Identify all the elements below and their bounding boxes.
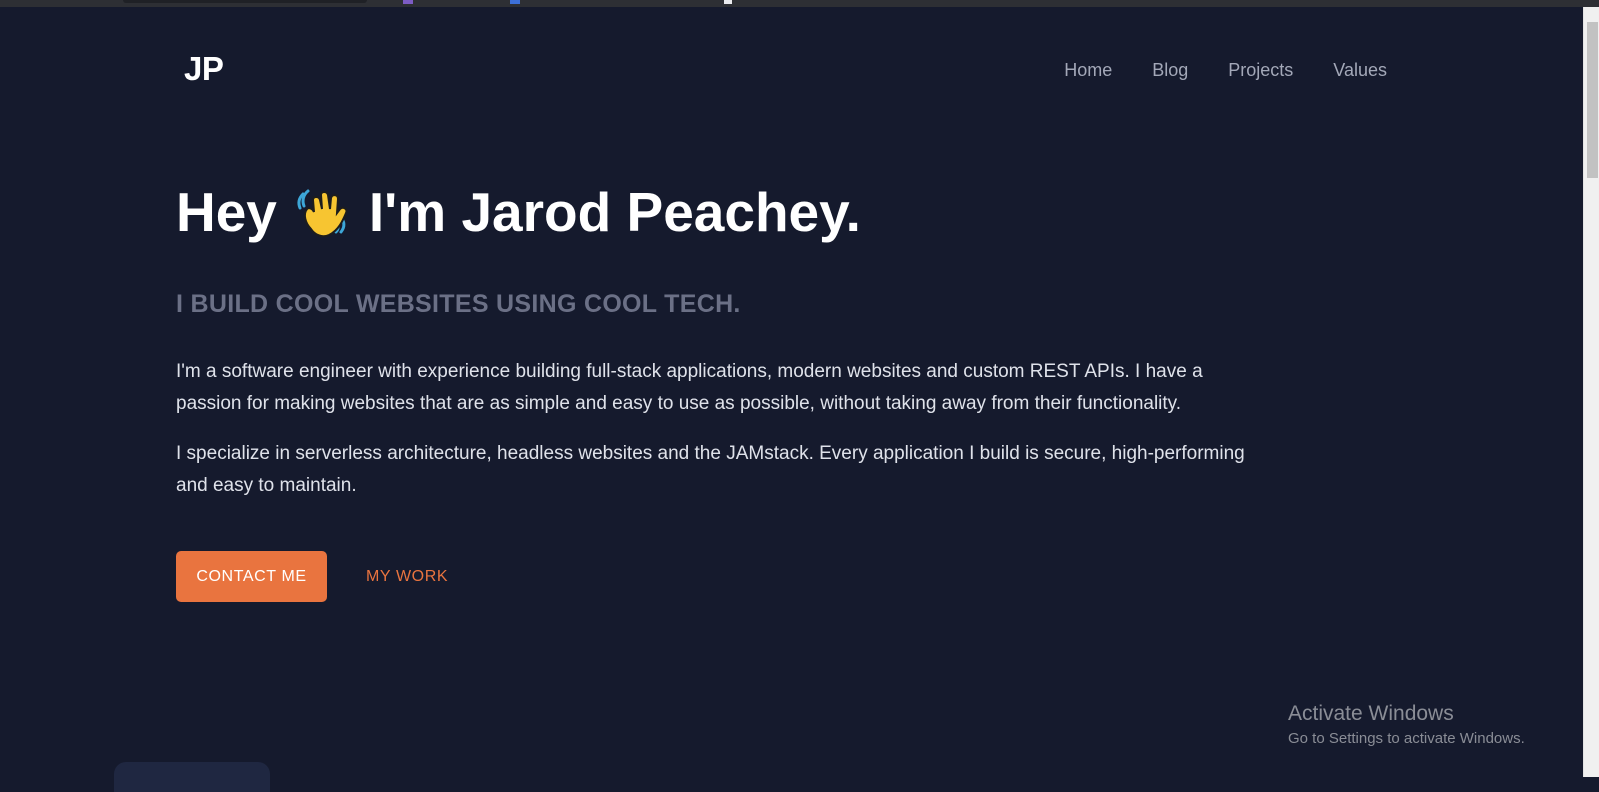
- hero-title-greeting: Hey: [176, 181, 277, 243]
- windows-activation-watermark: Activate Windows Go to Settings to activ…: [1288, 701, 1525, 749]
- hero-paragraph: I'm a software engineer with experience …: [176, 361, 1203, 414]
- watermark-subtitle: Go to Settings to activate Windows.: [1288, 730, 1525, 747]
- vertical-scrollbar[interactable]: [1583, 7, 1599, 777]
- hero-title-name: I'm Jarod Peachey.: [368, 181, 861, 243]
- scrollbar-thumb[interactable]: [1587, 22, 1598, 178]
- hero-section: Hey I'm Jarod Peachey. I BUILD COOL WEBS…: [176, 180, 1256, 602]
- browser-tab-strip: [0, 0, 1599, 7]
- nav-item-home[interactable]: Home: [1064, 58, 1112, 82]
- partial-card: [114, 762, 270, 792]
- waving-hand-icon: [293, 182, 353, 242]
- site-logo[interactable]: JP: [184, 50, 224, 88]
- tab-favicon-icon: [403, 0, 413, 4]
- nav-item-projects[interactable]: Projects: [1228, 58, 1293, 82]
- watermark-title: Activate Windows: [1288, 702, 1454, 725]
- my-work-link[interactable]: MY WORK: [366, 568, 448, 586]
- tab-favicon-icon: [510, 0, 520, 4]
- hero-paragraph: I specialize in serverless architecture,…: [176, 443, 1245, 496]
- nav-item-values[interactable]: Values: [1333, 58, 1387, 82]
- tab-favicon-icon: [724, 0, 732, 4]
- hero-subtitle: I BUILD COOL WEBSITES USING COOL TECH.: [176, 290, 741, 318]
- nav-item-blog[interactable]: Blog: [1152, 58, 1188, 82]
- hero-title: Hey I'm Jarod Peachey.: [176, 180, 1256, 244]
- page-viewport: JP Home Blog Projects Values Hey I'm Jar…: [0, 7, 1583, 792]
- browser-tab[interactable]: [123, 0, 367, 3]
- contact-me-button[interactable]: CONTACT ME: [176, 551, 327, 602]
- main-nav: Home Blog Projects Values: [1064, 58, 1387, 82]
- hero-actions: CONTACT ME MY WORK: [176, 551, 1256, 602]
